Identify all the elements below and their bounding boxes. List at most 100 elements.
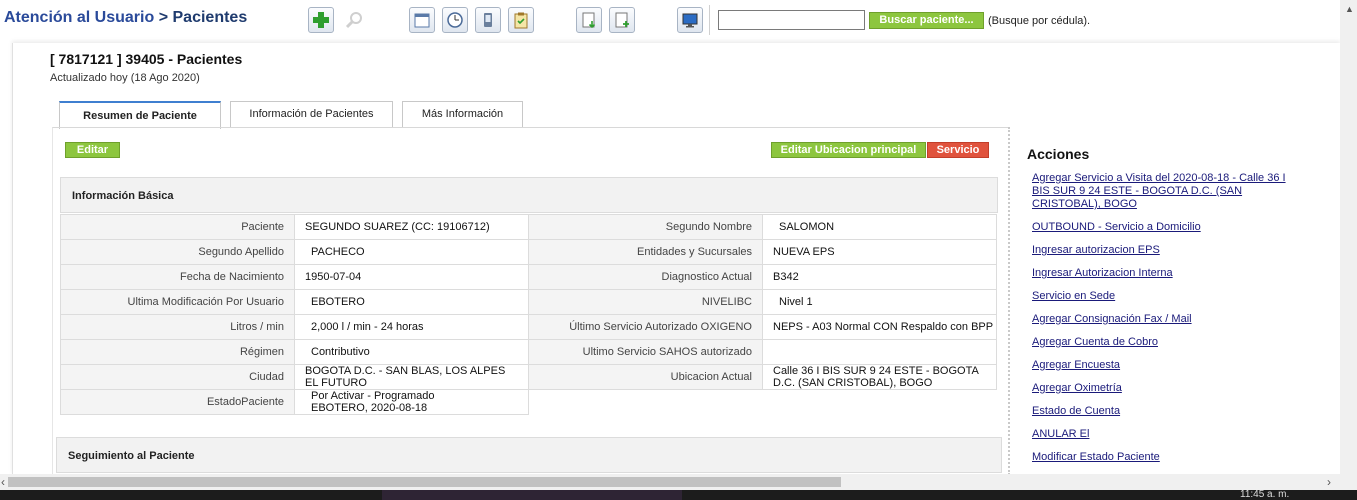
breadcrumb-current: Pacientes xyxy=(172,9,248,26)
field-label: Entidades y Sucursales xyxy=(528,239,763,265)
horizontal-scroll-thumb[interactable] xyxy=(8,477,841,487)
tab-resumen-paciente[interactable]: Resumen de Paciente xyxy=(59,101,221,129)
field-value: EBOTERO xyxy=(294,289,529,315)
table-row: EstadoPaciente Por Activar - Programado … xyxy=(60,389,997,415)
field-label: Ultima Modificación Por Usuario xyxy=(60,289,295,315)
field-value: Por Activar - Programado EBOTERO, 2020-0… xyxy=(294,389,529,415)
field-label: Ciudad xyxy=(60,364,295,390)
section-basic-info-header: Información Básica xyxy=(60,177,998,213)
field-value: BOGOTA D.C. - SAN BLAS, LOS ALPES EL FUT… xyxy=(294,364,529,390)
table-row: Paciente SEGUNDO SUAREZ (CC: 19106712) S… xyxy=(60,214,997,240)
add-button[interactable] xyxy=(308,7,334,33)
field-label: Ubicacion Actual xyxy=(528,364,763,390)
field-value: 1950-07-04 xyxy=(294,264,529,290)
download-doc-button[interactable] xyxy=(576,7,602,33)
breadcrumb: Atención al Usuario > Pacientes xyxy=(4,9,247,27)
scroll-up-icon[interactable]: ▲ xyxy=(1345,4,1354,14)
search-zoom-icon xyxy=(345,12,362,29)
edit-button[interactable]: Editar xyxy=(65,142,120,158)
service-button[interactable]: Servicio xyxy=(927,142,989,158)
field-value: SEGUNDO SUAREZ (CC: 19106712) xyxy=(294,214,529,240)
section-follow-up-header: Seguimiento al Paciente xyxy=(56,437,1002,473)
tab-informacion-pacientes[interactable]: Información de Pacientes xyxy=(230,101,393,128)
record-updated: Actualizado hoy (18 Ago 2020) xyxy=(50,72,200,84)
taskbar-clock: 11:45 a. m. xyxy=(1240,489,1290,500)
top-toolbar: Atención al Usuario > Pacientes Buscar p… xyxy=(0,0,1340,40)
action-service-at-site[interactable]: Servicio en Sede xyxy=(1032,290,1292,303)
table-row: Ultima Modificación Por Usuario EBOTERO … xyxy=(60,289,997,315)
field-value: SALOMON xyxy=(762,214,997,240)
os-taskbar: 11:45 a. m. xyxy=(0,490,1357,500)
actions-title: Acciones xyxy=(1027,146,1090,162)
clipboard-button[interactable] xyxy=(508,7,534,33)
table-row: Segundo Apellido PACHECO Entidades y Suc… xyxy=(60,239,997,265)
field-label: Segundo Apellido xyxy=(60,239,295,265)
toolbar-divider xyxy=(709,5,710,35)
action-add-oximetry[interactable]: Agregar Oximetría xyxy=(1032,382,1292,395)
empty-cell xyxy=(763,390,997,415)
basic-info-table: Paciente SEGUNDO SUAREZ (CC: 19106712) S… xyxy=(60,214,997,415)
action-cancel[interactable]: ANULAR El xyxy=(1032,428,1292,441)
field-value: Nivel 1 xyxy=(762,289,997,315)
scroll-left-icon[interactable]: ‹ xyxy=(1,475,5,489)
calendar-icon xyxy=(414,13,430,28)
vertical-scrollbar[interactable]: ▲ xyxy=(1340,0,1357,475)
search-input[interactable] xyxy=(718,10,865,30)
table-row: Régimen Contributivo Ultimo Servicio SAH… xyxy=(60,339,997,365)
empty-cell xyxy=(529,390,763,415)
action-account-statement[interactable]: Estado de Cuenta xyxy=(1032,405,1292,418)
field-value: NUEVA EPS xyxy=(762,239,997,265)
action-eps-authorization[interactable]: Ingresar autorizacion EPS xyxy=(1032,244,1292,257)
search-hint: (Busque por cédula). xyxy=(988,15,1091,27)
search-patient-button[interactable]: Buscar paciente... xyxy=(869,12,984,29)
field-label: Litros / min xyxy=(60,314,295,340)
field-label: Fecha de Nacimiento xyxy=(60,264,295,290)
field-value: Calle 36 I BIS SUR 9 24 ESTE - BOGOTA D.… xyxy=(762,364,997,390)
field-label: Ultimo Servicio SAHOS autorizado xyxy=(528,339,763,365)
field-label: Régimen xyxy=(60,339,295,365)
download-doc-icon xyxy=(582,12,596,29)
content-divider xyxy=(1008,127,1010,475)
mobile-button[interactable] xyxy=(475,7,501,33)
field-value: Contributivo xyxy=(294,339,529,365)
monitor-button[interactable] xyxy=(677,7,703,33)
add-doc-icon xyxy=(615,12,629,28)
status-meta: EBOTERO, 2020-08-18 xyxy=(311,402,428,414)
monitor-icon xyxy=(682,13,698,28)
clock-icon xyxy=(447,12,463,28)
table-row: Litros / min 2,000 l / min - 24 horas Úl… xyxy=(60,314,997,340)
calendar-button[interactable] xyxy=(409,7,435,33)
action-add-survey[interactable]: Agregar Encuesta xyxy=(1032,359,1292,372)
scrollbar-corner xyxy=(1340,474,1357,490)
action-add-service-visit[interactable]: Agregar Servicio a Visita del 2020-08-18… xyxy=(1032,172,1292,211)
action-add-billing-account[interactable]: Agregar Cuenta de Cobro xyxy=(1032,336,1292,349)
breadcrumb-parent-link[interactable]: Atención al Usuario xyxy=(4,9,154,26)
action-outbound-home-service[interactable]: OUTBOUND - Servicio a Domicilio xyxy=(1032,221,1292,234)
table-row: Fecha de Nacimiento 1950-07-04 Diagnosti… xyxy=(60,264,997,290)
action-add-consignment[interactable]: Agregar Consignación Fax / Mail xyxy=(1032,313,1292,326)
field-value: PACHECO xyxy=(294,239,529,265)
field-label: Paciente xyxy=(60,214,295,240)
add-icon xyxy=(313,12,329,28)
record-title: [ 7817121 ] 39405 - Pacientes xyxy=(50,51,243,67)
action-modify-patient-status[interactable]: Modificar Estado Paciente xyxy=(1032,451,1292,464)
field-label: Último Servicio Autorizado OXIGENO xyxy=(528,314,763,340)
horizontal-scrollbar[interactable]: ‹ › xyxy=(0,474,1340,490)
scroll-right-icon[interactable]: › xyxy=(1327,475,1331,489)
taskbar-active-app[interactable] xyxy=(382,490,682,500)
field-value: 2,000 l / min - 24 horas xyxy=(294,314,529,340)
field-label: Segundo Nombre xyxy=(528,214,763,240)
clipboard-icon xyxy=(514,12,528,29)
tab-mas-informacion[interactable]: Más Información xyxy=(402,101,523,128)
clock-button[interactable] xyxy=(442,7,468,33)
add-doc-button[interactable] xyxy=(609,7,635,33)
action-internal-authorization[interactable]: Ingresar Autorizacion Interna xyxy=(1032,267,1292,280)
field-value: B342 xyxy=(762,264,997,290)
breadcrumb-separator: > xyxy=(158,9,169,26)
edit-location-button[interactable]: Editar Ubicacion principal xyxy=(771,142,926,158)
search-zoom-button[interactable] xyxy=(341,7,367,33)
status-text: Por Activar - Programado xyxy=(311,390,435,402)
field-label: NIVELIBC xyxy=(528,289,763,315)
table-row: Ciudad BOGOTA D.C. - SAN BLAS, LOS ALPES… xyxy=(60,364,997,390)
field-label: Diagnostico Actual xyxy=(528,264,763,290)
